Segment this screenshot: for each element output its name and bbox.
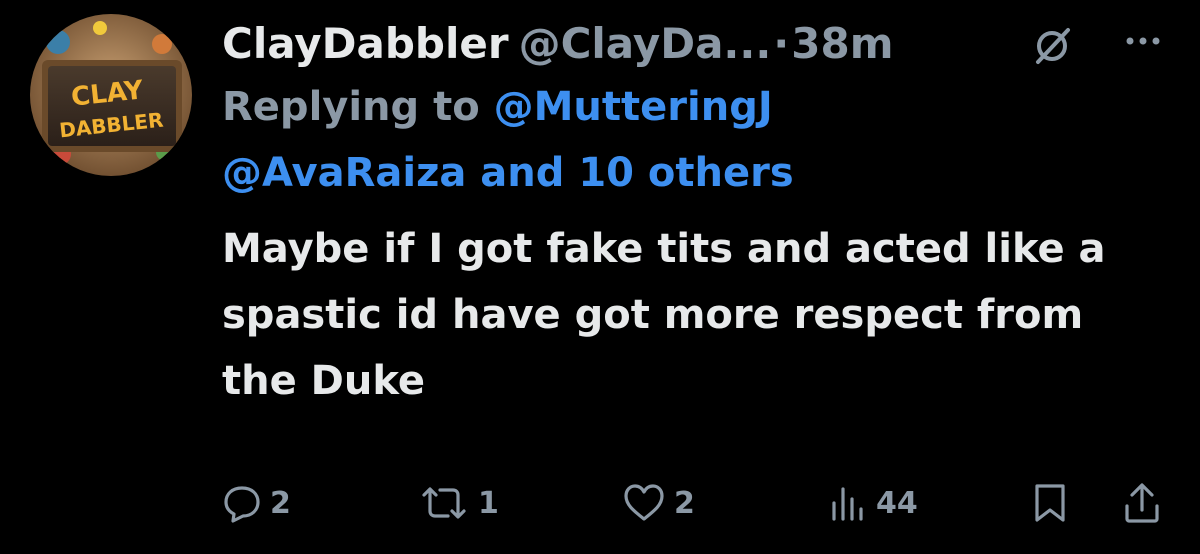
- replying-to-prefix: Replying to: [222, 84, 494, 130]
- tweet-content: ClayDabbler @ClayDa...·38m Replying to @M…: [222, 14, 1172, 414]
- replying-to: Replying to @MutteringJ: [222, 74, 1172, 140]
- reply-count: 2: [270, 485, 291, 521]
- mention-others-link[interactable]: @AvaRaiza and 10 others: [222, 150, 794, 196]
- reply-button[interactable]: 2: [222, 480, 291, 526]
- repost-icon: [422, 487, 466, 519]
- like-count: 2: [674, 485, 695, 521]
- tweet-header: ClayDabbler @ClayDa...·38m: [222, 14, 1172, 74]
- timestamp[interactable]: 38m: [791, 19, 893, 68]
- more-icon[interactable]: [1122, 26, 1164, 56]
- reply-icon: [224, 486, 260, 523]
- grok-icon[interactable]: [1030, 24, 1074, 68]
- tweet-text: Maybe if I got fake tits and acted like …: [222, 226, 1106, 404]
- repost-button[interactable]: 1: [418, 480, 499, 526]
- like-button[interactable]: 2: [622, 480, 695, 526]
- share-icon: [1125, 483, 1159, 523]
- display-name[interactable]: ClayDabbler: [222, 19, 509, 68]
- avatar[interactable]: CLAY DABBLER: [30, 14, 192, 176]
- like-icon: [624, 484, 664, 521]
- views-button[interactable]: 44: [828, 480, 918, 526]
- action-bar: 2 1 2 44: [0, 480, 1200, 530]
- bookmark-button[interactable]: [1032, 480, 1068, 526]
- handle[interactable]: @ClayDa...: [519, 19, 772, 68]
- separator-dot: ·: [773, 19, 790, 68]
- tweet[interactable]: CLAY DABBLER ClayDabbler @ClayDa...·38m R…: [0, 0, 1200, 554]
- mention-link[interactable]: @MutteringJ: [494, 84, 773, 130]
- bookmark-icon: [1035, 484, 1065, 522]
- avatar-image: CLAY DABBLER: [30, 14, 192, 176]
- share-button[interactable]: [1122, 480, 1162, 526]
- replying-to-others: @AvaRaiza and 10 others: [222, 140, 1172, 206]
- views-count: 44: [876, 485, 918, 521]
- repost-count: 1: [478, 485, 499, 521]
- views-icon: [832, 487, 863, 521]
